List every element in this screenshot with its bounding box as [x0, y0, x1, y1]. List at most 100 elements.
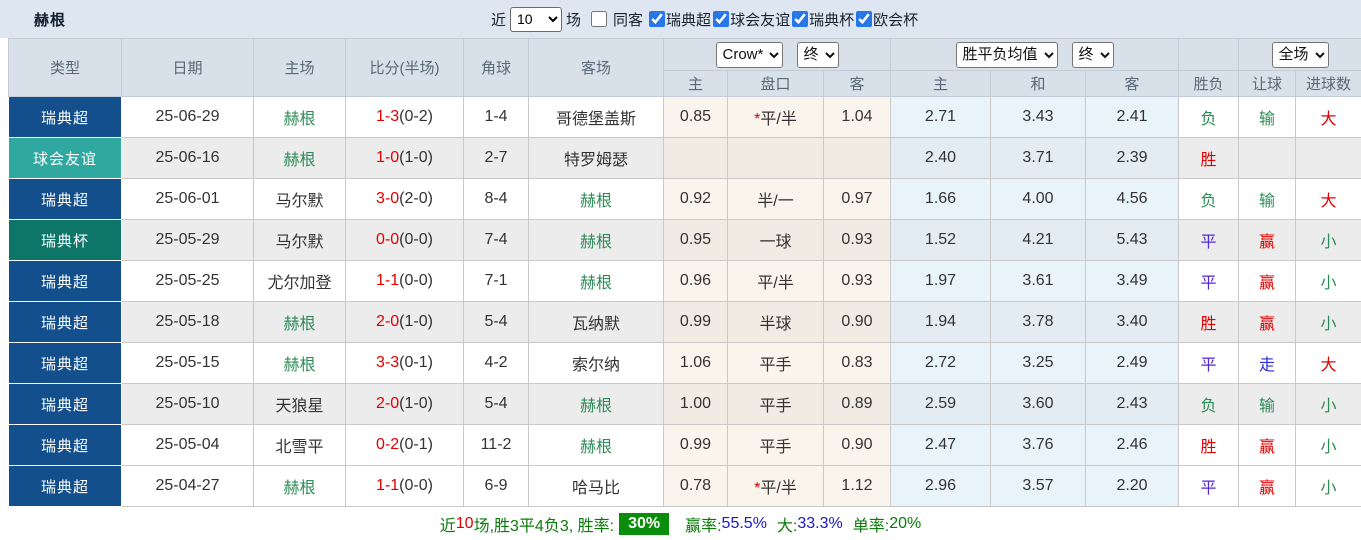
avg-draw-cell: 3.57 — [990, 465, 1086, 507]
handicap-cell: 半球 — [727, 301, 824, 343]
score-cell: 1-0(1-0) — [345, 137, 464, 179]
handicap-result-cell: 赢 — [1238, 260, 1297, 302]
home-team: 尤尔加登 — [253, 260, 346, 302]
away-team: 索尔纳 — [528, 342, 664, 384]
score-cell: 3-3(0-1) — [345, 342, 464, 384]
away-team: 赫根 — [528, 178, 664, 220]
type-badge: 瑞典超 — [8, 260, 122, 302]
avg-time-select[interactable]: 终 — [1071, 41, 1114, 68]
type-badge: 球会友谊 — [8, 137, 122, 179]
avg-home-cell: 1.97 — [890, 260, 991, 302]
handicap-cell: 平手 — [727, 342, 824, 384]
handicap-result-cell — [1238, 137, 1297, 179]
avg-away-cell: 2.49 — [1084, 342, 1180, 384]
handicap-result-cell: 走 — [1238, 342, 1297, 384]
recent-count-select[interactable]: 10 — [510, 6, 563, 32]
table-row: 瑞典超 25-06-29 赫根 1-3(0-2) 1-4 哥德堡盖斯 0.85 *平/半 1.0… — [8, 96, 1361, 138]
corners-cell: 7-4 — [463, 219, 529, 261]
score-cell: 2-0(1-0) — [345, 301, 464, 343]
score-cell: 0-0(0-0) — [345, 219, 464, 261]
date-cell: 25-06-16 — [121, 137, 254, 179]
handicap-result-cell: 输 — [1238, 178, 1297, 220]
avg-away-cell: 2.20 — [1084, 465, 1180, 507]
subcol-goals: 进球数 — [1295, 70, 1361, 97]
league-filter-checkbox[interactable] — [713, 11, 730, 27]
table-row: 瑞典超 25-05-04 北雪平 0-2(0-1) 11-2 赫根 0.99 平手 0.90 2.… — [8, 424, 1361, 466]
type-badge: 瑞典超 — [8, 424, 122, 466]
table-row: 瑞典超 25-06-01 马尔默 3-0(2-0) 8-4 赫根 0.92 半/一 0.97 1.… — [8, 178, 1361, 220]
result-cell: 平 — [1178, 260, 1240, 302]
odds-home-cell: 0.99 — [663, 424, 728, 466]
home-team: 北雪平 — [253, 424, 346, 466]
avg-type-select[interactable]: 胜平负均值 — [955, 41, 1058, 68]
avg-home-cell: 2.71 — [890, 96, 991, 138]
subcol-avg-away: 客 — [1084, 70, 1180, 97]
avg-home-cell: 1.52 — [890, 219, 991, 261]
corners-cell: 11-2 — [463, 424, 529, 466]
handicap-result-cell: 输 — [1238, 383, 1297, 425]
date-cell: 25-05-15 — [121, 342, 254, 384]
handicap-cell: 平手 — [727, 383, 824, 425]
summary-bar: 近 10 场,胜3平4负3, 胜率: 30% 赢率: 55.5% 大: 33.3% 单率: 20% — [0, 507, 1361, 540]
odds-away-cell: 0.97 — [823, 178, 891, 220]
date-cell: 25-05-25 — [121, 260, 254, 302]
table-row: 瑞典超 25-05-18 赫根 2-0(1-0) 5-4 瓦纳默 0.99 半球 0.90 1.9… — [8, 301, 1361, 343]
avg-away-cell: 4.56 — [1084, 178, 1180, 220]
table-row: 球会友谊 25-06-16 赫根 1-0(1-0) 2-7 特罗姆瑟 2.40 3.71 2.3… — [8, 137, 1361, 179]
league-filter-checkbox[interactable] — [649, 11, 666, 27]
subcol-avg-home: 主 — [890, 70, 991, 97]
date-cell: 25-05-10 — [121, 383, 254, 425]
subcol-odds-away: 客 — [823, 70, 891, 97]
result-cell: 平 — [1178, 219, 1240, 261]
team-name: 赫根 — [34, 11, 67, 29]
result-cell: 平 — [1178, 465, 1240, 507]
odds-away-cell: 1.12 — [823, 465, 891, 507]
league-filter: 瑞典超 — [647, 9, 711, 30]
avg-draw-cell: 4.00 — [990, 178, 1086, 220]
win-rate-badge: 30% — [619, 512, 670, 535]
same-away-label: 同客 — [613, 11, 644, 29]
single-rate-label: 单率: — [852, 517, 890, 535]
bookmaker-select[interactable]: Crow* — [715, 41, 783, 68]
table-row: 瑞典超 25-05-25 尤尔加登 1-1(0-0) 7-1 赫根 0.96 平/半 0.93 1… — [8, 260, 1361, 302]
games-label: 场 — [566, 11, 582, 29]
type-badge: 瑞典超 — [8, 465, 122, 507]
league-filter-checkbox[interactable] — [856, 11, 873, 27]
summary-count: 10 — [455, 514, 474, 532]
avg-draw-cell: 3.71 — [990, 137, 1086, 179]
result-cell: 负 — [1178, 96, 1240, 138]
goals-cell: 小 — [1295, 465, 1361, 507]
scope-select[interactable]: 全场 — [1271, 41, 1329, 68]
same-away-checkbox[interactable] — [591, 11, 608, 27]
odds-away-cell: 0.93 — [823, 260, 891, 302]
summary-prefix: 近 — [439, 517, 456, 535]
date-cell: 25-04-27 — [121, 465, 254, 507]
odds-time-select[interactable]: 终 — [796, 41, 839, 68]
odds-home-cell: 0.95 — [663, 219, 728, 261]
home-team: 赫根 — [253, 465, 346, 507]
goals-cell: 大 — [1295, 178, 1361, 220]
goals-cell: 小 — [1295, 301, 1361, 343]
subcol-odds-home: 主 — [663, 70, 728, 97]
odds-home-cell: 1.06 — [663, 342, 728, 384]
goals-cell: 小 — [1295, 219, 1361, 261]
type-badge: 瑞典超 — [8, 342, 122, 384]
date-cell: 25-05-18 — [121, 301, 254, 343]
corners-cell: 8-4 — [463, 178, 529, 220]
handicap-rate-label: 赢率: — [685, 517, 722, 535]
league-filter-checkbox[interactable] — [792, 11, 809, 27]
match-table-body: 瑞典超 25-06-29 赫根 1-3(0-2) 1-4 哥德堡盖斯 0.85 *平/半 1.0… — [8, 96, 1361, 507]
odds-away-cell: 1.04 — [823, 96, 891, 138]
home-team: 赫根 — [253, 301, 346, 343]
handicap-cell: 平/半 — [727, 260, 824, 302]
handicap-cell: *平/半 — [727, 465, 824, 507]
score-cell: 1-1(0-0) — [345, 260, 464, 302]
avg-away-cell: 2.41 — [1084, 96, 1180, 138]
table-row: 瑞典杯 25-05-29 马尔默 0-0(0-0) 7-4 赫根 0.95 一球 0.93 1.5… — [8, 219, 1361, 261]
avg-draw-cell: 3.25 — [990, 342, 1086, 384]
goals-cell: 小 — [1295, 424, 1361, 466]
type-badge: 瑞典超 — [8, 301, 122, 343]
odds-home-cell: 0.78 — [663, 465, 728, 507]
odds-home-cell: 0.85 — [663, 96, 728, 138]
avg-home-cell: 2.59 — [890, 383, 991, 425]
